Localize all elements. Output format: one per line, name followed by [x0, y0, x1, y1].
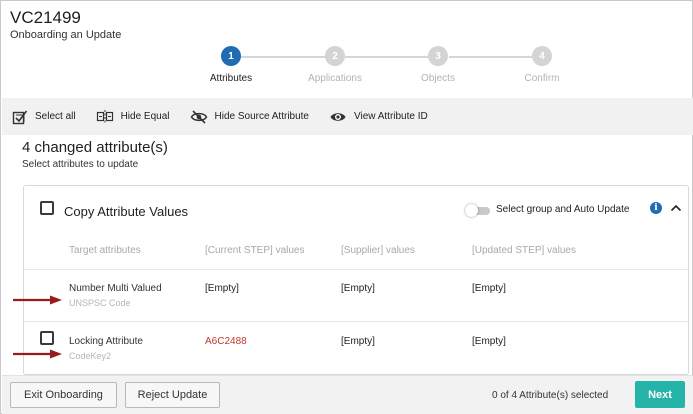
eye-slash-icon	[190, 109, 207, 124]
supplier-value: [Empty]	[341, 283, 375, 294]
row-divider	[24, 321, 688, 322]
page-title: VC21499	[10, 8, 81, 27]
attribute-name: Number Multi Valued	[69, 283, 162, 294]
step-number: 1	[221, 46, 241, 66]
page-subtitle: Onboarding an Update	[10, 29, 122, 41]
toolbar: Select all Hide Equal Hide Source Attrib…	[2, 98, 693, 135]
step-number: 3	[428, 46, 448, 66]
step-label: Attributes	[209, 73, 253, 84]
supplier-value: [Empty]	[341, 336, 375, 347]
exit-onboarding-button[interactable]: Exit Onboarding	[10, 382, 117, 408]
updated-value: [Empty]	[472, 283, 506, 294]
current-value: [Empty]	[205, 283, 239, 294]
step-objects[interactable]: 3 Objects	[388, 46, 488, 84]
annotation-arrow-icon	[13, 349, 62, 359]
view-attribute-id-button[interactable]: View Attribute ID	[329, 110, 428, 124]
select-all-button[interactable]: Select all	[12, 109, 76, 125]
current-value: A6C2488	[205, 336, 247, 347]
group-checkbox[interactable]	[40, 201, 54, 215]
step-confirm[interactable]: 4 Confirm	[492, 46, 592, 84]
eye-icon	[330, 112, 346, 121]
select-all-icon	[12, 110, 28, 124]
attribute-id: CodeKey2	[69, 351, 112, 361]
changed-attributes-subheading: Select attributes to update	[22, 159, 139, 170]
attribute-name: Locking Attribute	[69, 336, 143, 347]
row-checkbox[interactable]	[40, 331, 54, 345]
attribute-id: UNSPSC Code	[69, 298, 131, 308]
info-icon[interactable]: i	[650, 202, 662, 214]
annotation-arrow-icon	[13, 295, 62, 305]
step-label: Objects	[421, 73, 455, 84]
select-all-label: Select all	[35, 111, 76, 122]
step-label: Confirm	[524, 73, 560, 84]
attribute-group-panel: Copy Attribute Values Select group and A…	[23, 185, 689, 375]
next-button[interactable]: Next	[635, 381, 685, 408]
changed-attributes-heading: 4 changed attribute(s)	[22, 139, 168, 156]
step-attributes[interactable]: 1 Attributes	[181, 46, 281, 84]
column-header-target: Target attributes	[69, 245, 141, 256]
auto-update-toggle[interactable]	[465, 204, 491, 217]
hide-equal-button[interactable]: Hide Equal	[96, 109, 170, 125]
hide-source-attribute-button[interactable]: Hide Source Attribute	[190, 109, 310, 124]
auto-update-label: Select group and Auto Update	[496, 204, 630, 215]
step-applications[interactable]: 2 Applications	[285, 46, 385, 84]
hide-equal-icon	[96, 109, 113, 124]
row-divider	[24, 269, 688, 270]
window-frame: VC21499 Onboarding an Update 1 Attribute…	[0, 0, 693, 414]
hide-equal-label: Hide Equal	[120, 111, 170, 122]
group-title: Copy Attribute Values	[64, 204, 189, 219]
hide-source-attribute-label: Hide Source Attribute	[214, 111, 310, 122]
updated-value: [Empty]	[472, 336, 506, 347]
column-header-updated: [Updated STEP] values	[472, 245, 576, 256]
reject-update-button[interactable]: Reject Update	[125, 382, 220, 408]
step-number: 4	[532, 46, 552, 66]
toggle-knob	[465, 204, 478, 217]
column-header-current: [Current STEP] values	[205, 245, 305, 256]
step-number: 2	[325, 46, 345, 66]
column-header-supplier: [Supplier] values	[341, 245, 415, 256]
view-attribute-id-label: View Attribute ID	[354, 111, 428, 122]
step-label: Applications	[308, 73, 362, 84]
footer-bar: Exit Onboarding Reject Update 0 of 4 Att…	[2, 375, 693, 414]
wizard-stepper: 1 Attributes 2 Applications 3 Objects 4 …	[181, 46, 591, 86]
selection-count: 0 of 4 Attribute(s) selected	[492, 390, 609, 401]
chevron-up-icon[interactable]	[670, 203, 682, 213]
